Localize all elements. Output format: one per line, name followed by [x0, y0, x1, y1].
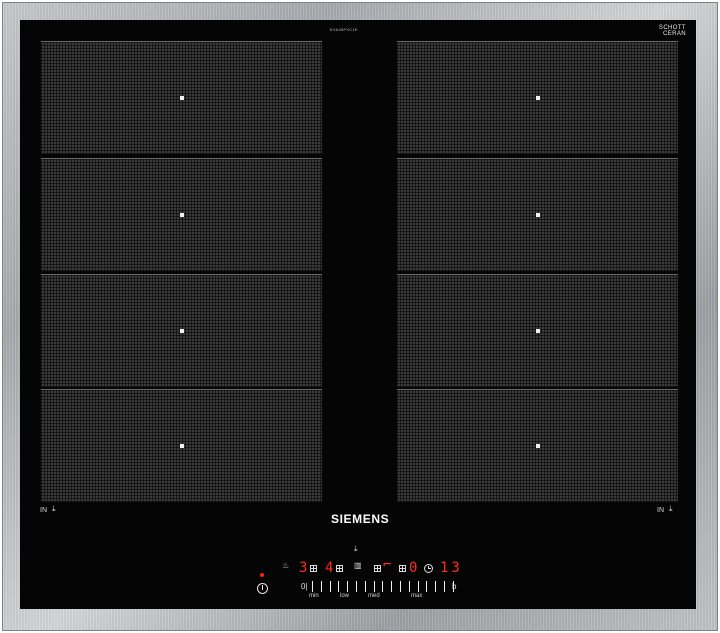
zone-right-4[interactable] [397, 389, 678, 502]
power-indicator-led [260, 573, 264, 577]
slider-tick [382, 581, 384, 592]
flex-zone-icon-left: ⤓ [52, 504, 56, 513]
zone-marker [179, 444, 184, 448]
zone-marker [179, 329, 184, 333]
display-zone-2: 4 [325, 560, 334, 576]
zone-left-1[interactable] [41, 41, 322, 154]
slider-start-label: 0| [301, 582, 308, 591]
zone-right-1[interactable] [397, 41, 678, 154]
slider-tick [312, 581, 313, 592]
zone-right-3[interactable] [397, 274, 678, 387]
zone-select-icon[interactable]: ⤓ [354, 544, 358, 554]
slider-tick [364, 581, 366, 592]
power-level-slider[interactable] [312, 581, 462, 593]
zone-right-2[interactable] [397, 158, 678, 271]
zone-marker [179, 96, 184, 100]
slider-tick [329, 581, 331, 592]
slider-tick [435, 581, 437, 592]
zone-marker [535, 213, 540, 217]
display-zone-3-bracket: ⌐ [383, 557, 392, 573]
glass-brand-logo: SCHOTT CERAN [659, 25, 686, 37]
slider-tick [426, 581, 428, 592]
zone-select-icon-3[interactable] [374, 565, 381, 572]
flex-zone-icon-right: ⤓ [669, 504, 673, 513]
zone-marker [179, 213, 184, 217]
slider-end-label: b [452, 582, 457, 591]
power-button[interactable] [257, 583, 268, 594]
zone-left-2[interactable] [41, 158, 322, 271]
move-function-icon[interactable]: ♨ [282, 561, 289, 570]
timer-icon[interactable] [424, 564, 433, 573]
slider-label-max: max [411, 593, 423, 599]
slider-tick [417, 581, 419, 592]
slider-label-low: low [340, 593, 350, 599]
flex-induction-label-right: IN [657, 507, 664, 514]
slider-tick [356, 581, 357, 592]
zone-select-icon-2[interactable] [336, 565, 343, 572]
slider-tick [391, 581, 393, 592]
zone-marker [535, 96, 540, 100]
display-zone-1: 3 [299, 560, 308, 576]
zone-left-4[interactable] [41, 389, 322, 502]
slider-tick [373, 581, 375, 592]
zone-left-3[interactable] [41, 274, 322, 387]
zone-select-icon-4[interactable] [399, 565, 406, 572]
pan-icon[interactable]: ▥ [354, 561, 362, 570]
slider-tick [347, 581, 349, 592]
slider-label-med: med [368, 593, 380, 599]
zone-marker [535, 444, 540, 448]
slider-label-min: min [309, 593, 319, 599]
ceramic-glass-surface: EX645FXC1E SCHOTT CERAN IN ⤓ IN ⤓ SIEMEN… [20, 20, 696, 609]
zone-select-icon-1[interactable] [310, 565, 317, 572]
flex-induction-label-left: IN [40, 507, 47, 514]
display-timer: 13 [440, 560, 463, 576]
brand-logo: SIEMENS [331, 512, 390, 526]
slider-tick [320, 581, 322, 592]
slider-tick [408, 581, 410, 592]
glass-brand-line2: CERAN [662, 31, 686, 37]
display-zone-3: 0 [409, 560, 418, 576]
slider-tick [338, 581, 340, 592]
zone-marker [535, 329, 540, 333]
slider-tick [400, 581, 401, 592]
slider-tick [444, 581, 445, 592]
model-number: EX645FXC1E [330, 27, 358, 32]
